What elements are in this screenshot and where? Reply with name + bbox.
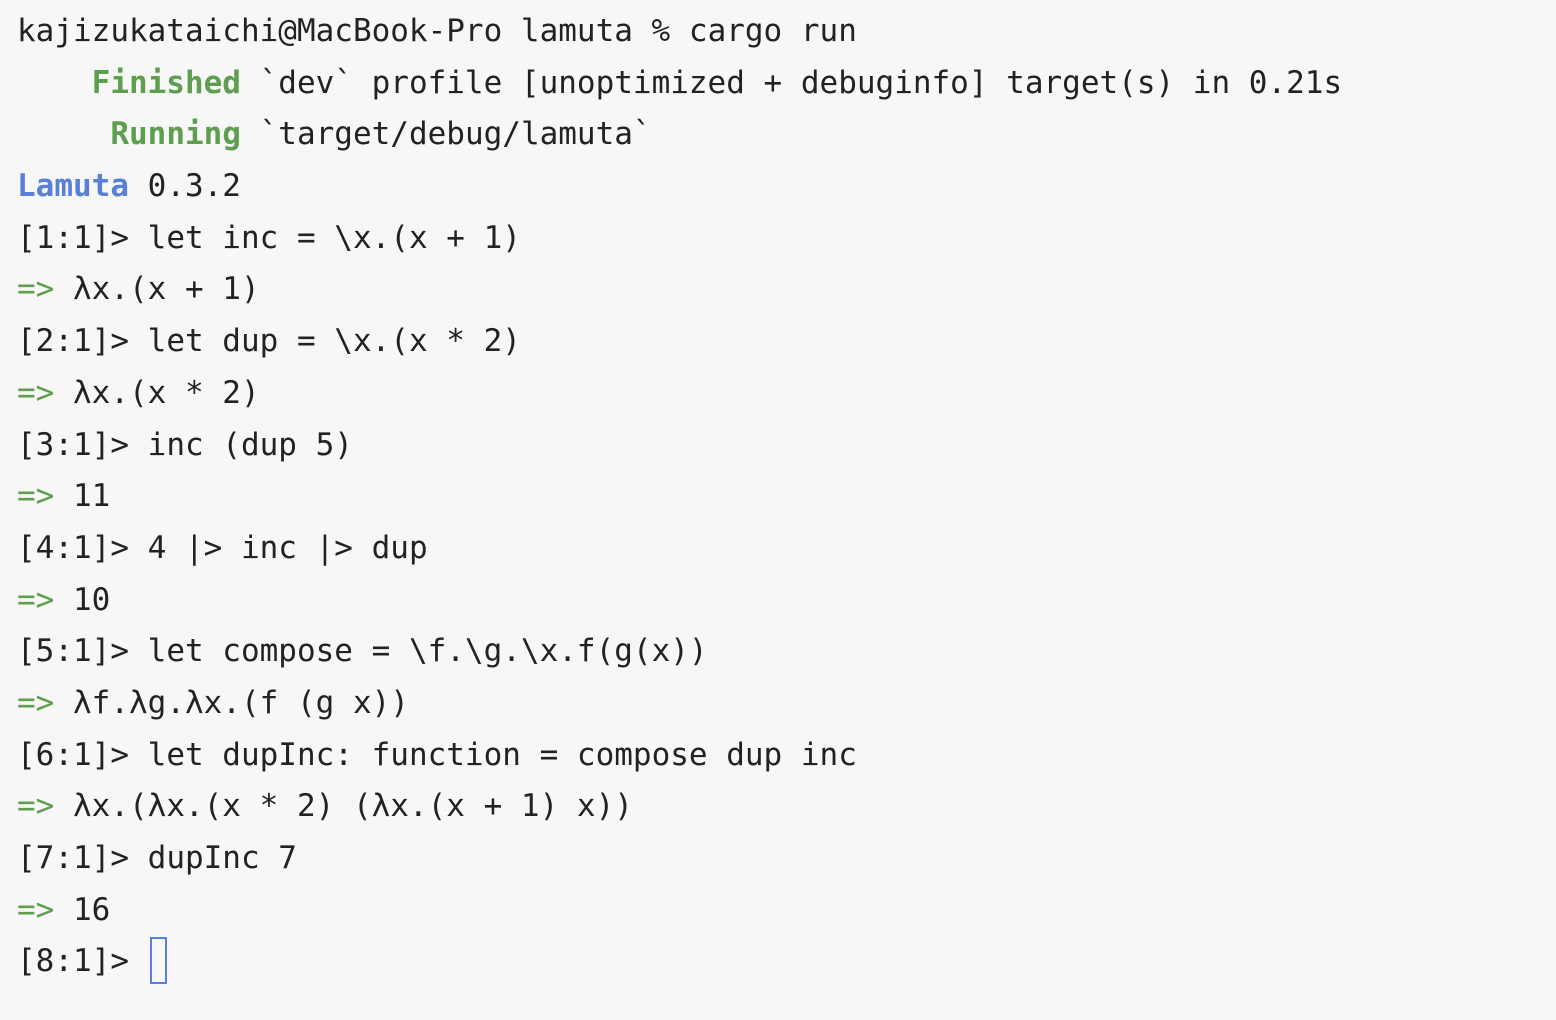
terminal-window[interactable]: kajizukataichi@MacBook-Pro lamuta % carg… (0, 0, 1556, 1020)
repl-prompt: [3:1]> (17, 426, 129, 463)
repl-input: inc (dup 5) (147, 426, 353, 463)
cargo-finished-line: Finished `dev` profile [unoptimized + de… (17, 58, 1556, 110)
repl-output-line: => 16 (17, 885, 1556, 937)
result-arrow: => (17, 891, 55, 928)
repl-output-line: => λx.(x + 1) (17, 264, 1556, 316)
repl-version: 0.3.2 (147, 168, 241, 205)
repl-input-line: [1:1]> let inc = \x.(x + 1) (17, 213, 1556, 265)
repl-output: λx.(λx.(x * 2) (λx.(x + 1) x)) (73, 788, 633, 825)
repl-prompt: [6:1]> (17, 736, 129, 773)
result-arrow: => (17, 788, 55, 825)
repl-input-line: [4:1]> 4 |> inc |> dup (17, 523, 1556, 575)
repl-output-line: => 11 (17, 471, 1556, 523)
cargo-finished-indent (17, 65, 92, 101)
repl-input-line: [7:1]> dupInc 7 (17, 833, 1556, 885)
result-arrow: => (17, 374, 55, 411)
repl-input: let inc = \x.(x + 1) (147, 219, 521, 256)
repl-current-prompt: [8:1]> (17, 943, 129, 980)
repl-output: 10 (73, 581, 111, 618)
repl-input: let dup = \x.(x * 2) (147, 323, 521, 360)
repl-output-line: => λx.(λx.(x * 2) (λx.(x + 1) x)) (17, 781, 1556, 833)
cargo-finished-text: `dev` profile [unoptimized + debuginfo] … (240, 64, 1343, 101)
repl-output-line: => 10 (17, 575, 1556, 627)
repl-prompt: [7:1]> (17, 840, 129, 876)
text-cursor (149, 937, 167, 985)
repl-input: 4 |> inc |> dup (147, 529, 428, 566)
repl-input-line: [5:1]> let compose = \f.\g.\x.f(g(x)) (17, 626, 1556, 678)
cargo-running-label: Running (110, 116, 241, 153)
repl-input: let dupInc: function = compose dup inc (147, 736, 857, 773)
result-arrow: => (17, 271, 55, 308)
cargo-running-text: `target/debug/lamuta` (240, 116, 652, 153)
repl-prompt: [5:1]> (17, 633, 129, 670)
cargo-running-line: Running `target/debug/lamuta` (17, 109, 1556, 161)
repl-input-line: [3:1]> inc (dup 5) (17, 420, 1556, 472)
repl-prompt: [1:1]> (17, 219, 129, 256)
repl-output-line: => λf.λg.λx.(f (g x)) (17, 678, 1556, 730)
result-arrow: => (17, 581, 55, 618)
repl-input-line: [2:1]> let dup = \x.(x * 2) (17, 316, 1556, 368)
result-arrow: => (17, 684, 55, 721)
result-arrow: => (17, 478, 55, 515)
repl-banner: Lamuta 0.3.2 (17, 161, 1556, 213)
repl-prompt: [2:1]> (17, 323, 129, 360)
repl-name: Lamuta (17, 168, 129, 205)
cargo-running-indent (17, 116, 110, 152)
shell-command-line: kajizukataichi@MacBook-Pro lamuta % carg… (17, 6, 1556, 58)
repl-output: λf.λg.λx.(f (g x)) (73, 684, 409, 721)
repl-output: 11 (73, 478, 111, 515)
repl-input-line: [6:1]> let dupInc: function = compose du… (17, 730, 1556, 782)
repl-current-line[interactable]: [8:1]> (17, 936, 1556, 988)
repl-output: λx.(x + 1) (73, 271, 260, 308)
shell-prompt: kajizukataichi@MacBook-Pro lamuta % (17, 13, 671, 49)
repl-output-line: => λx.(x * 2) (17, 368, 1556, 420)
repl-input: let compose = \f.\g.\x.f(g(x)) (147, 633, 708, 670)
shell-command: cargo run (688, 13, 857, 49)
repl-output: λx.(x * 2) (73, 374, 260, 411)
repl-prompt: [4:1]> (17, 529, 129, 566)
repl-input: dupInc 7 (147, 840, 297, 876)
cargo-finished-label: Finished (91, 64, 241, 101)
repl-output: 16 (73, 891, 111, 928)
